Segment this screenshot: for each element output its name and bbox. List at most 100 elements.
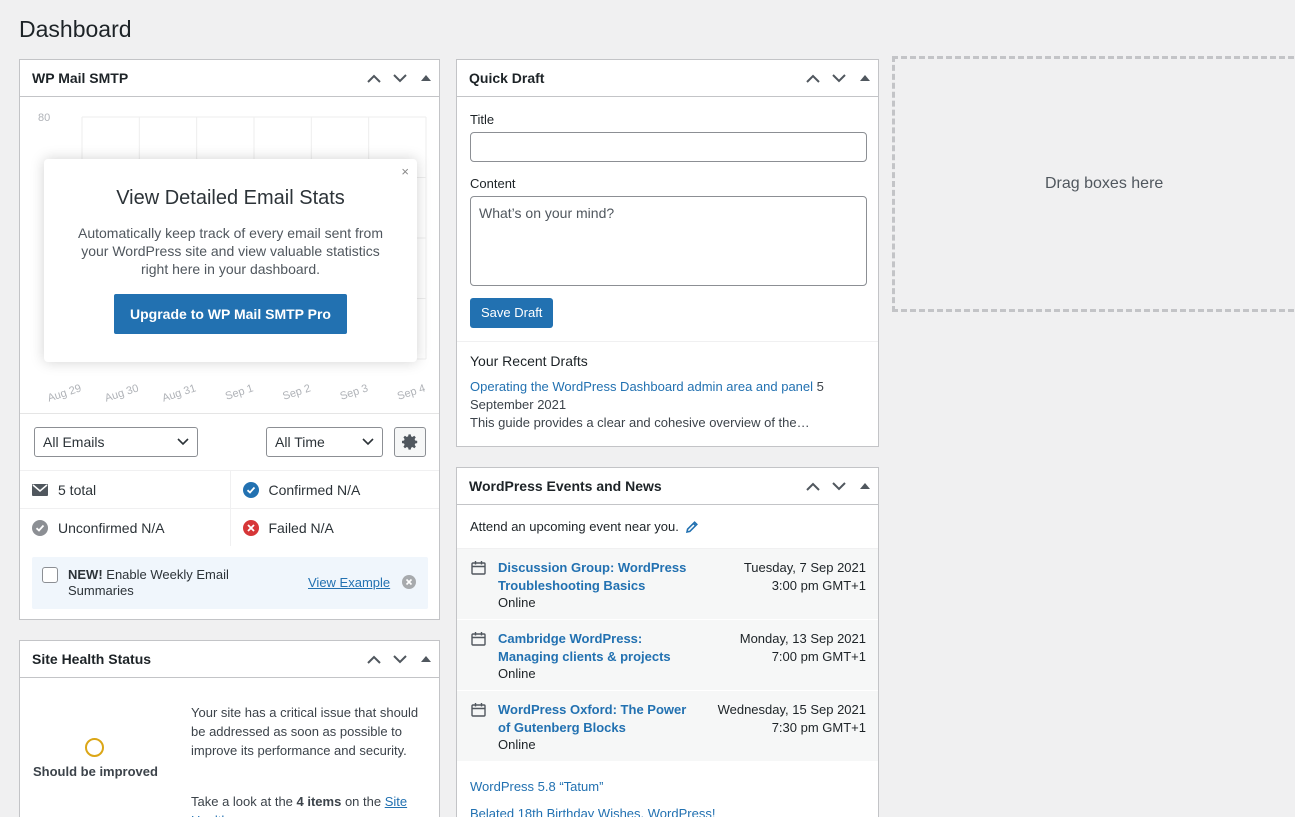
event-date: Tuesday, 7 Sep 2021 (743, 560, 866, 575)
widget-header[interactable]: Site Health Status (20, 641, 439, 678)
move-up-button[interactable] (800, 468, 826, 504)
chevron-down-icon (832, 73, 846, 82)
stat-unconfirmed-label: Unconfirmed N/A (58, 519, 165, 536)
news-link[interactable]: Belated 18th Birthday Wishes, WordPress! (470, 800, 715, 817)
y-tick-label: 80 (38, 112, 50, 124)
email-type-select-value: All Emails (43, 434, 105, 450)
move-down-button[interactable] (826, 468, 852, 504)
x-tick-label: Aug 29 (46, 382, 83, 404)
event-item: Cambridge WordPress: Managing clients & … (457, 620, 878, 691)
weekly-summary-checkbox[interactable] (42, 567, 58, 583)
move-down-button[interactable] (387, 60, 413, 96)
collapse-triangle-icon (860, 75, 870, 81)
calendar-icon (471, 561, 486, 575)
upgrade-button[interactable]: Upgrade to WP Mail SMTP Pro (114, 294, 347, 334)
toggle-panel-button[interactable] (413, 60, 439, 96)
time-range-select[interactable]: All Time (266, 427, 383, 457)
envelope-icon (32, 483, 48, 496)
content-textarea[interactable]: What’s on your mind? (470, 196, 867, 286)
widget-header[interactable]: Quick Draft (457, 60, 878, 97)
stat-confirmed: Confirmed N/A (229, 471, 440, 508)
move-down-button[interactable] (826, 60, 852, 96)
event-location: Online (498, 666, 536, 681)
title-label: Title (470, 112, 495, 127)
news-list: WordPress 5.8 “Tatum” Belated 18th Birth… (470, 773, 715, 817)
move-down-button[interactable] (387, 641, 413, 677)
widget-header[interactable]: WP Mail SMTP (20, 60, 439, 97)
quick-draft-widget: Quick Draft Title Content What’s on your… (456, 59, 879, 447)
chevron-down-icon (832, 481, 846, 490)
site-health-widget: Site Health Status Should be improved Yo… (19, 640, 440, 817)
x-tick-label: Aug 31 (161, 382, 198, 404)
move-up-button[interactable] (800, 60, 826, 96)
stat-failed-label: Failed N/A (268, 519, 334, 536)
chevron-down-icon (393, 73, 407, 82)
event-time: 7:30 pm GMT+1 (771, 720, 866, 735)
handle-actions (361, 60, 439, 96)
recent-draft-item: Operating the WordPress Dashboard admin … (470, 378, 850, 432)
x-tick-label: Sep 4 (396, 382, 427, 402)
dropzone-label: Drag boxes here (1045, 175, 1164, 192)
toggle-panel-button[interactable] (852, 60, 878, 96)
error-circle-icon (242, 519, 259, 536)
chevron-up-icon (367, 74, 381, 83)
promo-title: View Detailed Email Stats (116, 187, 345, 209)
gear-icon (401, 434, 418, 450)
event-time: 3:00 pm GMT+1 (771, 578, 866, 593)
stats-row: 5 total Confirmed N/A (20, 470, 439, 508)
chevron-down-icon (393, 654, 407, 663)
settings-button[interactable] (394, 427, 426, 457)
title-input[interactable] (470, 132, 867, 162)
toggle-panel-button[interactable] (413, 641, 439, 677)
events-intro-text: Attend an upcoming event near you. (470, 519, 679, 534)
event-title-link[interactable]: WordPress Oxford: The Power of Gutenberg… (498, 701, 698, 737)
empty-dropzone[interactable]: Drag boxes here (892, 56, 1295, 312)
promo-close-button[interactable]: × (401, 164, 409, 179)
view-example-link[interactable]: View Example (308, 575, 390, 590)
health-description: Your site has a critical issue that shou… (191, 705, 419, 758)
move-up-button[interactable] (361, 641, 387, 677)
event-date: Monday, 13 Sep 2021 (739, 631, 866, 646)
event-datetime: Monday, 13 Sep 2021 7:00 pm GMT+1 (740, 630, 866, 666)
page-title: Dashboard (19, 16, 132, 42)
calendar-icon (471, 703, 486, 717)
stat-total-label: 5 total (58, 481, 97, 498)
events-intro: Attend an upcoming event near you. (470, 519, 699, 534)
new-badge: NEW! (68, 567, 103, 582)
divider (457, 341, 878, 342)
time-range-select-value: All Time (275, 434, 325, 450)
x-tick-label: Sep 1 (224, 382, 255, 402)
event-title-link[interactable]: Cambridge WordPress: Managing clients & … (498, 630, 698, 666)
email-type-select[interactable]: All Emails (34, 427, 198, 457)
widget-title: WordPress Events and News (469, 478, 662, 494)
handle-actions (800, 468, 878, 504)
chevron-down-icon (362, 438, 374, 446)
pencil-icon[interactable] (685, 520, 699, 534)
divider (20, 413, 439, 414)
collapse-triangle-icon (421, 656, 431, 662)
event-title-link[interactable]: Discussion Group: WordPress Troubleshoot… (498, 559, 698, 595)
event-datetime: Tuesday, 7 Sep 2021 3:00 pm GMT+1 (744, 559, 866, 595)
handle-actions (800, 60, 878, 96)
widget-title: Site Health Status (32, 651, 152, 667)
health-more-prefix: Take a look at the (191, 794, 297, 809)
widget-title: Quick Draft (469, 70, 545, 86)
widget-header[interactable]: WordPress Events and News (457, 468, 878, 505)
event-location: Online (498, 737, 536, 752)
move-up-button[interactable] (361, 60, 387, 96)
wp-mail-smtp-widget: WP Mail SMTP 80 Aug 29 Aug 30 Aug 31 Sep 1 Se… (19, 59, 440, 620)
weekly-summary-text: NEW! Enable Weekly Email Summaries (68, 567, 258, 599)
recent-draft-link[interactable]: Operating the WordPress Dashboard admin … (470, 379, 813, 394)
x-tick-label: Sep 2 (281, 382, 312, 402)
recent-drafts-title: Your Recent Drafts (470, 353, 588, 369)
stat-failed: Failed N/A (229, 509, 440, 546)
chart-filters: All Emails All Time (34, 427, 427, 458)
check-circle-icon (242, 481, 259, 498)
event-date: Wednesday, 15 Sep 2021 (717, 702, 866, 717)
toggle-panel-button[interactable] (852, 468, 878, 504)
save-draft-button[interactable]: Save Draft (470, 298, 554, 328)
event-location: Online (498, 595, 536, 610)
promo-text: Automatically keep track of every email … (77, 225, 383, 277)
dismiss-icon[interactable] (402, 575, 416, 589)
news-link[interactable]: WordPress 5.8 “Tatum” (470, 773, 715, 800)
